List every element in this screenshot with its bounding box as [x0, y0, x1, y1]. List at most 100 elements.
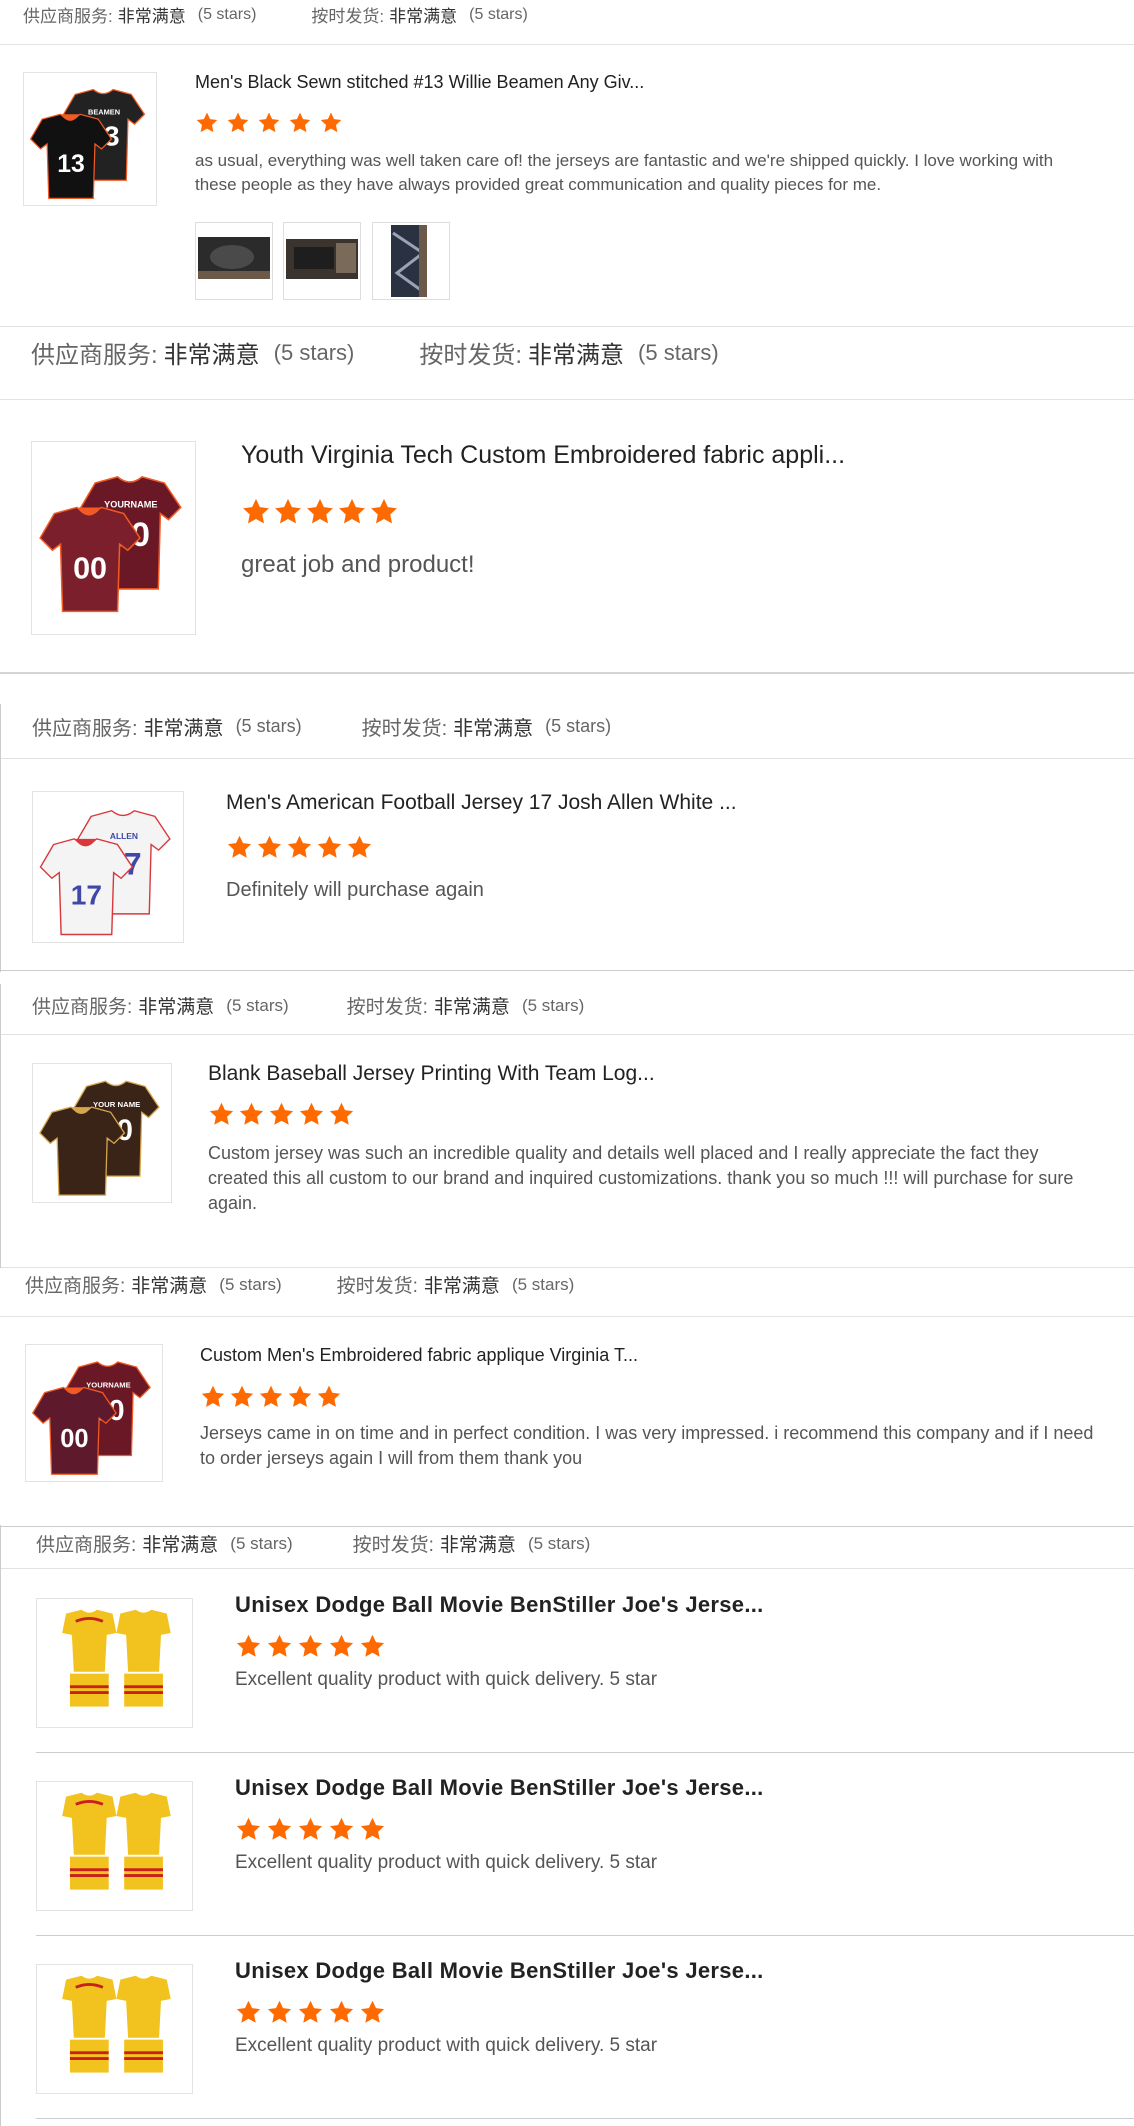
product-thumbnail[interactable]: YOUR NAME 00 [32, 1063, 172, 1203]
jersey-image [37, 1783, 192, 1909]
supplier-service-stars: (5 stars) [197, 5, 257, 23]
star-icon [288, 1385, 312, 1407]
delivery-value: 非常满意 [453, 718, 534, 740]
star-icon [298, 1634, 323, 1657]
review-block-5: 供应商服务: 非常满意 (5 stars) 按时发货: 非常满意 (5 star… [0, 1268, 1134, 1525]
star-rating [241, 497, 401, 527]
svg-text:13: 13 [57, 151, 85, 178]
product-title[interactable]: Men's American Football Jersey 17 Josh A… [226, 791, 737, 815]
rating-summary-row: 供应商服务: 非常满意 (5 stars) 按时发货: 非常满意 (5 star… [23, 2, 1134, 27]
star-icon [267, 1817, 292, 1840]
review-text: Jerseys came in on time and in perfect c… [200, 1423, 1094, 1468]
review-text: Excellent quality product with quick del… [235, 1669, 658, 1690]
divider [1, 758, 1134, 759]
star-icon [289, 112, 311, 133]
delivery-label: 按时发货: [361, 718, 448, 740]
product-thumbnail[interactable] [36, 1964, 193, 2094]
star-icon [298, 1817, 323, 1840]
star-icon [230, 1385, 254, 1407]
review-text: Definitely will purchase again [226, 879, 484, 901]
divider [0, 44, 1134, 45]
divider [36, 1752, 1134, 1753]
star-icon [267, 2000, 292, 2023]
jersey-image: ALLEN 17 17 [33, 792, 183, 942]
product-thumbnail[interactable]: ALLEN 17 17 [32, 791, 184, 943]
divider [1, 1526, 1134, 1527]
product-thumbnail[interactable] [36, 1781, 193, 1911]
star-rating [200, 1384, 345, 1410]
divider [1, 970, 1134, 971]
star-icon [259, 1385, 283, 1407]
product-title[interactable]: Custom Men's Embroidered fabric applique… [200, 1345, 638, 1366]
delivery-label: 按时发货: [346, 997, 428, 1018]
star-icon [347, 835, 372, 858]
star-icon [227, 112, 249, 133]
product-thumbnail[interactable] [36, 1598, 193, 1728]
divider [0, 326, 1134, 327]
star-icon [196, 112, 218, 133]
supplier-service-label: 供应商服务: [36, 1535, 137, 1556]
review-text: Custom jersey was such an incredible qua… [208, 1143, 1074, 1213]
star-icon [269, 1102, 294, 1125]
star-icon [329, 1634, 354, 1657]
review-block-4: 供应商服务: 非常满意 (5 stars) 按时发货: 非常满意 (5 star… [0, 984, 1134, 1268]
review-photo-3[interactable] [372, 222, 450, 300]
star-icon [339, 498, 365, 524]
star-icon [360, 1634, 385, 1657]
supplier-service-stars: (5 stars) [273, 339, 355, 365]
star-rating [226, 834, 376, 861]
product-thumbnail[interactable]: BEAMEN 13 13 [23, 72, 157, 206]
divider [1, 1568, 1134, 1569]
review-photo-2[interactable] [283, 222, 361, 300]
delivery-stars: (5 stars) [511, 1274, 575, 1294]
supplier-service-label: 供应商服务: [23, 7, 113, 26]
review-block-6: 供应商服务: 非常满意 (5 stars) 按时发货: 非常满意 (5 star… [0, 1525, 1134, 2126]
delivery-label: 按时发货: [352, 1535, 434, 1556]
svg-text:00: 00 [73, 552, 107, 586]
divider [0, 672, 1134, 674]
rating-summary-row: 供应商服务: 非常满意 (5 stars) 按时发货: 非常满意 (5 star… [31, 335, 1134, 370]
rating-summary-row: 供应商服务: 非常满意 (5 stars) 按时发货: 非常满意 (5 star… [36, 1530, 1134, 1557]
jersey-image: BEAMEN 13 13 [24, 73, 156, 205]
supplier-service-value: 非常满意 [131, 1276, 208, 1297]
supplier-service-stars: (5 stars) [230, 1533, 293, 1553]
supplier-service-label: 供应商服务: [32, 997, 133, 1018]
svg-text:YOURNAME: YOURNAME [104, 499, 157, 509]
jersey-image: YOUR NAME 00 [33, 1064, 171, 1202]
product-title[interactable]: Youth Virginia Tech Custom Embroidered f… [241, 441, 845, 470]
star-icon [258, 112, 280, 133]
product-title[interactable]: Unisex Dodge Ball Movie BenStiller Joe's… [235, 1775, 764, 1801]
delivery-stars: (5 stars) [469, 5, 528, 23]
review-text: great job and product! [241, 551, 475, 578]
review-photo-1[interactable] [195, 222, 273, 300]
jersey-image [37, 1600, 192, 1726]
delivery-stars: (5 stars) [521, 995, 585, 1015]
star-rating [235, 1816, 390, 1843]
divider [0, 399, 1134, 400]
product-title[interactable]: Blank Baseball Jersey Printing With Team… [208, 1062, 655, 1086]
supplier-service-value: 非常满意 [142, 1535, 219, 1556]
star-icon [201, 1385, 225, 1407]
divider [36, 1935, 1134, 1936]
review-block-3: 供应商服务: 非常满意 (5 stars) 按时发货: 非常满意 (5 star… [0, 704, 1134, 972]
star-icon [267, 1634, 292, 1657]
product-title[interactable]: Unisex Dodge Ball Movie BenStiller Joe's… [235, 1592, 764, 1618]
delivery-label: 按时发货: [311, 7, 385, 26]
supplier-service-stars: (5 stars) [226, 995, 289, 1015]
star-icon [320, 112, 342, 133]
delivery-value: 非常满意 [423, 1276, 500, 1297]
product-thumbnail[interactable]: YOURNAME 00 00 [25, 1344, 163, 1482]
review-block-2: 供应商服务: 非常满意 (5 stars) 按时发货: 非常满意 (5 star… [0, 325, 1134, 675]
star-icon [275, 498, 301, 524]
supplier-service-value: 非常满意 [163, 342, 260, 369]
star-rating [235, 1999, 390, 2026]
review-text: as usual, everything was well taken care… [195, 151, 1054, 194]
product-thumbnail[interactable]: YOURNAME 00 00 [31, 441, 196, 635]
product-title[interactable]: Unisex Dodge Ball Movie BenStiller Joe's… [235, 1958, 764, 1984]
supplier-service-label: 供应商服务: [25, 1276, 126, 1297]
svg-text:BEAMEN: BEAMEN [88, 107, 120, 116]
product-title[interactable]: Men's Black Sewn stitched #13 Willie Bea… [195, 72, 644, 93]
star-icon [307, 498, 333, 524]
star-icon [227, 835, 252, 858]
jersey-image: YOURNAME 00 00 [32, 456, 195, 620]
